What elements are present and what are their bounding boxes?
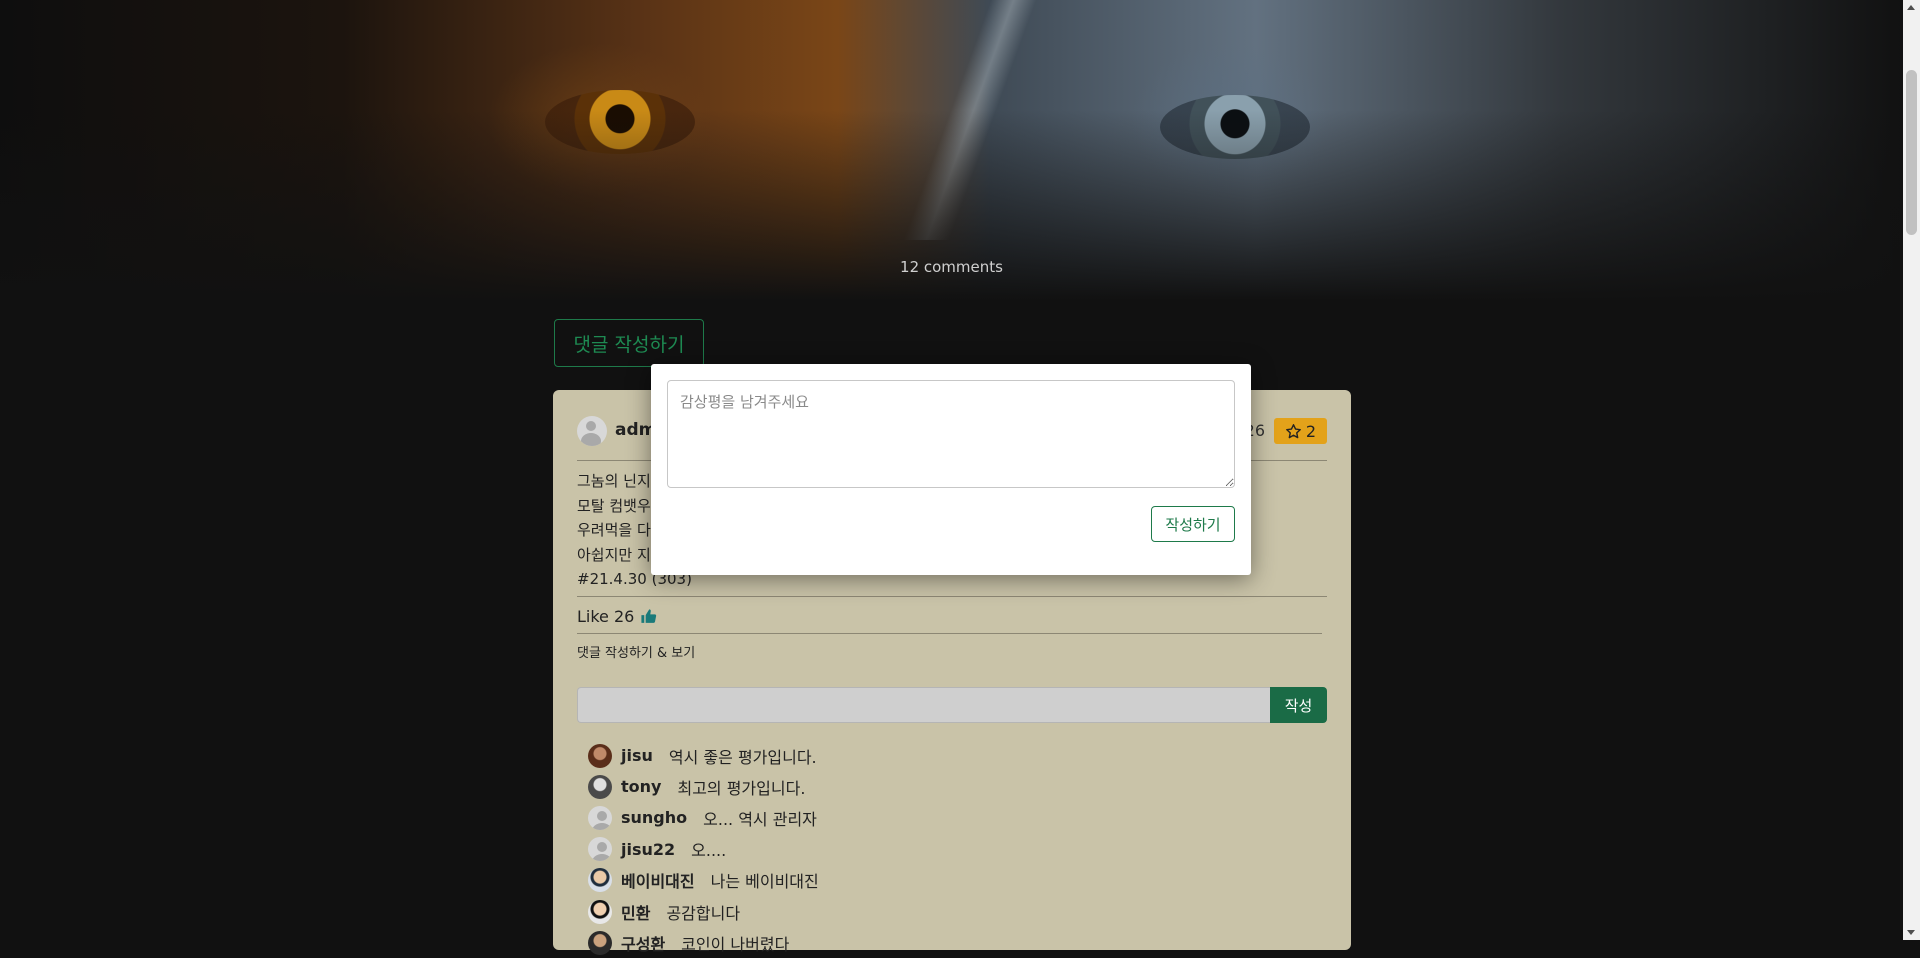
star-count: 2 bbox=[1305, 421, 1317, 441]
comment-item: 구성환 코인이 나버렸다 bbox=[588, 927, 1308, 958]
scroll-thumb[interactable] bbox=[1906, 70, 1917, 235]
comment-item: jisu 역시 좋은 평가입니다. bbox=[588, 740, 1308, 771]
hero-crack bbox=[900, 0, 1040, 240]
comment-text: 공감합니다 bbox=[666, 903, 741, 923]
page-scrollbar[interactable] bbox=[1903, 0, 1920, 940]
hero-banner bbox=[0, 0, 1903, 300]
comment-submit-button[interactable]: 작성 bbox=[1270, 687, 1327, 723]
user-avatar bbox=[588, 868, 612, 893]
scroll-down-arrow-icon[interactable] bbox=[1907, 930, 1915, 935]
write-comment-button[interactable]: 댓글 작성하기 bbox=[554, 319, 704, 367]
user-avatar bbox=[588, 743, 612, 768]
comment-section-label[interactable]: 댓글 작성하기 & 보기 bbox=[577, 642, 695, 661]
comment-item: sungho 오... 역시 관리자 bbox=[588, 802, 1308, 833]
comment-list: jisu 역시 좋은 평가입니다. tony 최고의 평가입니다. sungho… bbox=[588, 740, 1308, 958]
comment-item: 민환 공감합니다 bbox=[588, 896, 1308, 927]
comment-count: 12 comments bbox=[900, 258, 1003, 276]
comment-username[interactable]: sungho bbox=[621, 808, 687, 827]
comment-item: 베이비대진 나는 베이비대진 bbox=[588, 865, 1308, 896]
review-textarea[interactable] bbox=[667, 380, 1235, 488]
scroll-up-arrow-icon[interactable] bbox=[1907, 5, 1915, 10]
comment-username[interactable]: 민환 bbox=[621, 900, 650, 924]
thumbs-up-icon bbox=[641, 609, 657, 623]
divider bbox=[577, 596, 1327, 597]
comment-input[interactable] bbox=[577, 687, 1270, 723]
like-button[interactable]: Like 26 bbox=[577, 607, 657, 626]
user-avatar bbox=[588, 899, 612, 924]
user-avatar bbox=[588, 930, 612, 955]
comment-username[interactable]: jisu bbox=[621, 746, 653, 765]
divider bbox=[577, 633, 1322, 634]
comment-text: 오... 역시 관리자 bbox=[703, 809, 817, 829]
comment-username[interactable]: tony bbox=[621, 777, 661, 796]
modal-submit-button[interactable]: 작성하기 bbox=[1151, 506, 1235, 542]
hero-right-eye bbox=[1160, 95, 1310, 159]
user-avatar bbox=[588, 837, 612, 862]
comment-text: 코인이 나버렸다 bbox=[681, 934, 790, 954]
author-avatar bbox=[577, 416, 607, 446]
star-rating-badge: 2 bbox=[1274, 418, 1327, 444]
comment-username[interactable]: 베이비대진 bbox=[621, 868, 695, 892]
comment-item: jisu22 오.... bbox=[588, 834, 1308, 865]
comment-item: tony 최고의 평가입니다. bbox=[588, 771, 1308, 802]
comment-modal: 작성하기 bbox=[651, 364, 1251, 575]
user-avatar bbox=[588, 805, 612, 830]
comment-text: 나는 베이비대진 bbox=[710, 872, 819, 892]
comment-username[interactable]: jisu22 bbox=[621, 840, 675, 859]
comment-text: 최고의 평가입니다. bbox=[677, 778, 806, 798]
like-label: Like 26 bbox=[577, 607, 635, 626]
star-icon bbox=[1285, 423, 1301, 438]
hero-left-eye bbox=[545, 90, 695, 154]
comment-text: 오.... bbox=[691, 841, 727, 861]
comment-username[interactable]: 구성환 bbox=[621, 931, 665, 955]
user-avatar bbox=[588, 774, 612, 799]
comment-text: 역시 좋은 평가입니다. bbox=[668, 747, 817, 767]
